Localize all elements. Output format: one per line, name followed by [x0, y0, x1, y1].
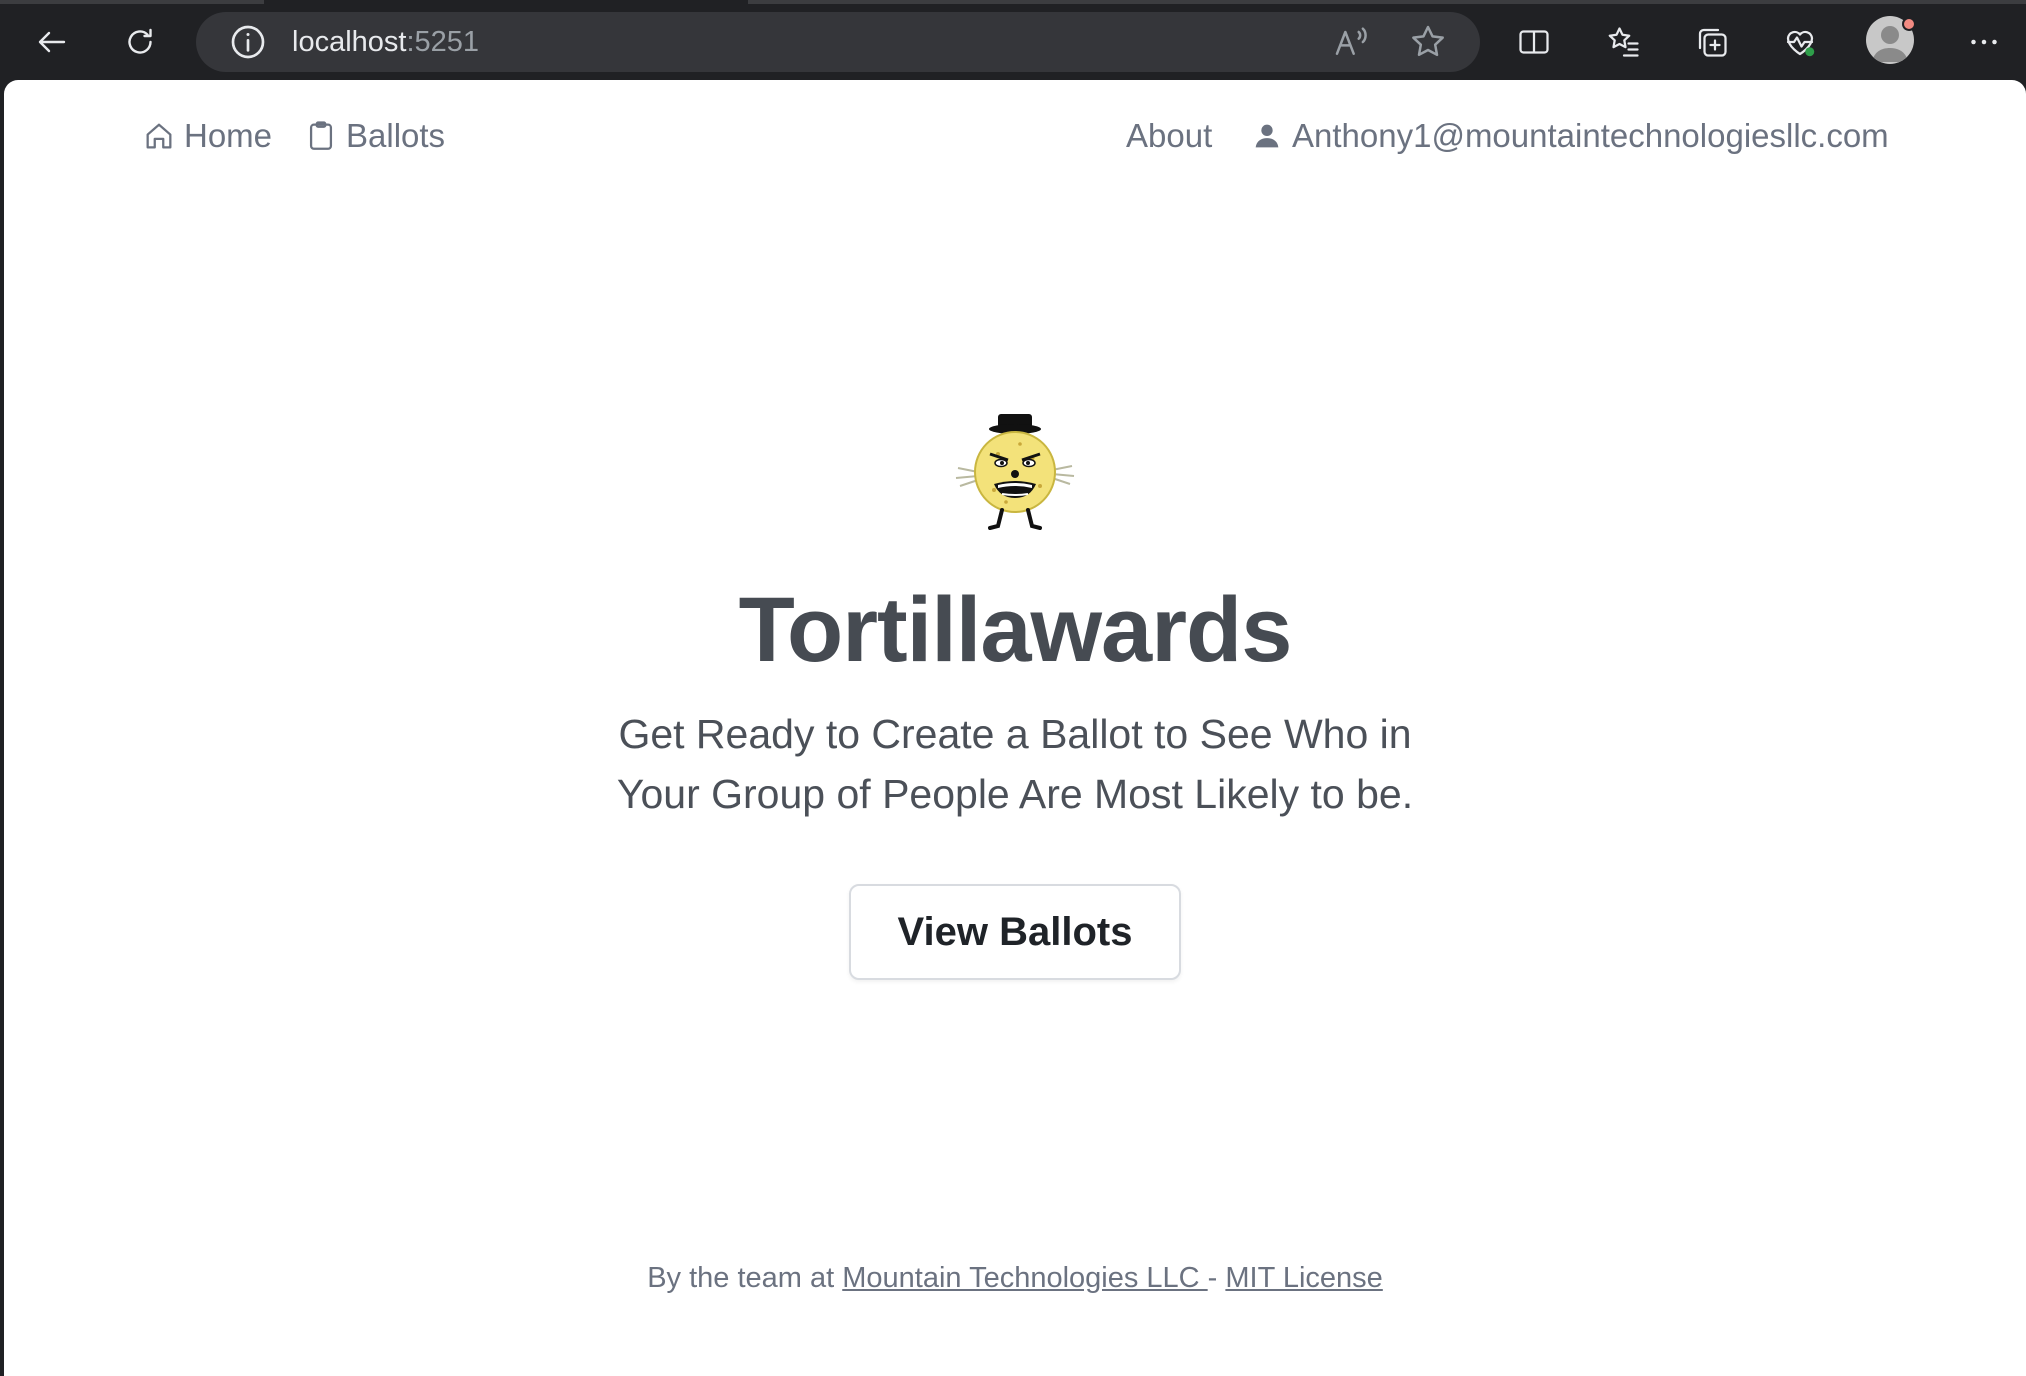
favorites-list-icon: [1608, 27, 1639, 57]
home-icon: [146, 123, 172, 149]
nav-about-link[interactable]: About: [1126, 116, 1212, 156]
nav-home-link[interactable]: Home: [142, 116, 272, 156]
hero-section: Tortillawards Get Ready to Create a Ball…: [4, 410, 2026, 980]
reload-icon: [128, 28, 152, 54]
split-screen-icon: [1519, 30, 1549, 54]
license-link[interactable]: MIT License: [1225, 1262, 1382, 1294]
page-subtitle: Get Ready to Create a Ballot to See Who …: [616, 711, 1414, 817]
browser-essentials-button[interactable]: [1772, 14, 1828, 70]
tortilla-mascot-icon: [955, 414, 1075, 530]
url-host: localhost: [292, 26, 407, 58]
footer-separator: -: [1207, 1262, 1226, 1294]
reload-button[interactable]: [112, 14, 168, 70]
info-icon[interactable]: [228, 22, 268, 62]
page-footer: By the team at Mountain Technologies LLC…: [4, 1258, 2026, 1298]
clipboard-icon: [309, 121, 333, 150]
more-options-icon: [1971, 39, 1997, 45]
nav-about-label: About: [1126, 117, 1213, 154]
tab-strip-segment: [748, 0, 2026, 4]
page-title: Tortillawards: [738, 579, 1293, 681]
nav-ballots-link[interactable]: Ballots: [304, 116, 445, 156]
more-options-button[interactable]: [1956, 14, 2012, 70]
split-screen-button[interactable]: [1506, 14, 1562, 70]
address-bar[interactable]: localhost:5251: [196, 12, 1480, 72]
collections-icon: [1698, 28, 1727, 57]
url-text[interactable]: localhost:5251: [292, 24, 479, 60]
top-nav: Home Ballots About Anthony1@mountaintech…: [4, 80, 2026, 190]
nav-ballots-label: Ballots: [346, 117, 446, 154]
nav-user-label: Anthony1@mountaintechnologiesllc.com: [1292, 117, 1889, 154]
collections-button[interactable]: [1684, 14, 1740, 70]
back-button[interactable]: [24, 14, 80, 70]
tab-strip-segment: [0, 0, 264, 4]
nav-user-link[interactable]: Anthony1@mountaintechnologiesllc.com: [1250, 116, 1889, 156]
favorites-button[interactable]: [1596, 14, 1652, 70]
notification-dot: [1902, 17, 1916, 31]
company-link[interactable]: Mountain Technologies LLC: [842, 1262, 1207, 1294]
read-aloud-icon[interactable]: [1332, 22, 1372, 62]
page-viewport: Home Ballots About Anthony1@mountaintech…: [4, 80, 2026, 1376]
browser-essentials-icon: [1786, 30, 1815, 57]
user-icon: [1255, 124, 1279, 148]
url-port: :5251: [406, 26, 480, 58]
star-icon[interactable]: [1408, 22, 1448, 62]
footer-prefix: By the team at: [647, 1262, 843, 1294]
nav-home-label: Home: [184, 117, 273, 154]
browser-toolbar: localhost:5251: [0, 0, 2026, 80]
view-ballots-button[interactable]: View Ballots: [849, 884, 1181, 980]
back-arrow-icon: [38, 31, 66, 53]
